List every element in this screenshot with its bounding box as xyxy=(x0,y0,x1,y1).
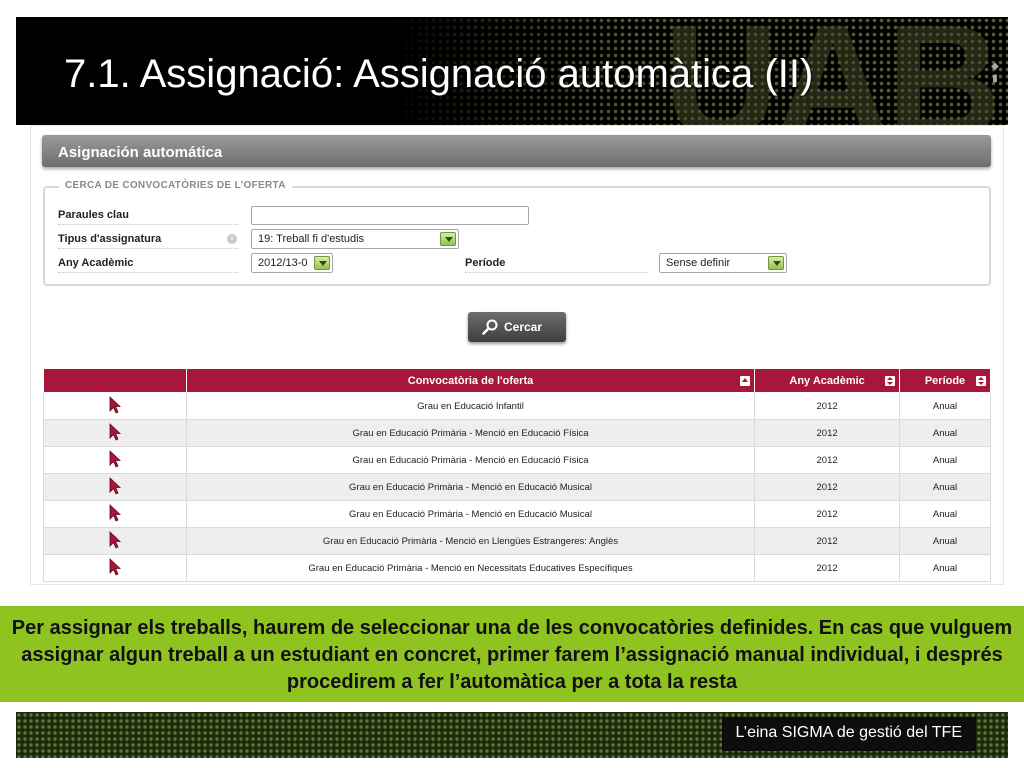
table-row[interactable]: Grau en Educació Primària - Menció en Ed… xyxy=(43,446,991,474)
row-period: Anual xyxy=(899,500,991,528)
row-year: 2012 xyxy=(754,527,901,555)
cursor-arrow-icon[interactable] xyxy=(108,449,122,468)
slide-header-banner: UAB 7.1. Assignació: Assignació automàti… xyxy=(16,17,1008,125)
row-select-cell[interactable] xyxy=(43,419,187,447)
header-periode[interactable]: Període xyxy=(899,368,991,393)
table-row[interactable]: Grau en Educació Primària - Menció en Ll… xyxy=(43,527,991,555)
row-convocatoria: Grau en Educació Primària - Menció en Ed… xyxy=(185,419,756,447)
search-legend: CERCA DE CONVOCATÒRIES DE L'OFERTA xyxy=(59,180,292,191)
cursor-arrow-icon[interactable] xyxy=(108,530,122,549)
cursor-arrow-icon[interactable] xyxy=(108,395,122,414)
chevron-down-icon xyxy=(314,256,330,270)
header-any-academic[interactable]: Any Acadèmic xyxy=(754,368,901,393)
search-fieldset: CERCA DE CONVOCATÒRIES DE L'OFERTA Parau… xyxy=(43,180,991,286)
chevron-down-icon xyxy=(768,256,784,270)
row-period: Anual xyxy=(899,446,991,474)
row-convocatoria: Grau en Educació Primària - Menció en Ed… xyxy=(185,500,756,528)
keywords-label: Paraules clau xyxy=(58,209,238,225)
results-table: Convocatòria de l'oferta Any Acadèmic Pe… xyxy=(43,368,991,582)
header-convocatoria[interactable]: Convocatòria de l'oferta xyxy=(185,368,756,393)
period-value: Sense definir xyxy=(666,257,731,269)
uab-logo-icon: ◆ ▮ xyxy=(991,61,999,84)
year-select[interactable]: 2012/13-0 xyxy=(251,253,333,273)
row-select-cell[interactable] xyxy=(43,554,187,582)
table-header-row: Convocatòria de l'oferta Any Acadèmic Pe… xyxy=(43,368,991,393)
app-panel-header: Asignación automática xyxy=(42,135,991,167)
sort-icon[interactable] xyxy=(740,376,751,386)
row-select-cell[interactable] xyxy=(43,473,187,501)
row-period: Anual xyxy=(899,527,991,555)
period-label: Període xyxy=(465,257,647,273)
year-value: 2012/13-0 xyxy=(258,257,308,269)
row-convocatoria: Grau en Educació Primària - Menció en Ed… xyxy=(185,446,756,474)
sort-icon[interactable] xyxy=(976,376,986,386)
cursor-arrow-icon[interactable] xyxy=(108,476,122,495)
row-period: Anual xyxy=(899,392,991,420)
subject-type-select[interactable]: 19: Treball fi d'estudis xyxy=(251,229,459,249)
header-any-academic-label: Any Acadèmic xyxy=(789,374,865,387)
row-convocatoria: Grau en Educació Primària - Menció en Ll… xyxy=(185,527,756,555)
cursor-arrow-icon[interactable] xyxy=(108,557,122,576)
footer-tag: L’eina SIGMA de gestió del TFE xyxy=(721,717,976,751)
subject-type-label: Tipus d'assignatura xyxy=(58,233,238,249)
row-select-cell[interactable] xyxy=(43,446,187,474)
row-year: 2012 xyxy=(754,392,901,420)
sort-icon[interactable] xyxy=(885,376,896,386)
period-select[interactable]: Sense definir xyxy=(659,253,787,273)
row-year: 2012 xyxy=(754,554,901,582)
table-row[interactable]: Grau en Educació Infantil 2012 Anual xyxy=(43,392,991,420)
table-row[interactable]: Grau en Educació Primària - Menció en Ed… xyxy=(43,500,991,528)
app-panel: Asignación automática CERCA DE CONVOCATÒ… xyxy=(30,125,1004,585)
magnifier-icon xyxy=(482,319,498,335)
slide-title: 7.1. Assignació: Assignació automàtica (… xyxy=(64,52,814,96)
search-button[interactable]: Cercar xyxy=(468,312,566,342)
row-select-cell[interactable] xyxy=(43,392,187,420)
year-label: Any Acadèmic xyxy=(58,257,238,273)
row-select-cell[interactable] xyxy=(43,527,187,555)
clear-icon[interactable]: × xyxy=(227,234,237,244)
row-year: 2012 xyxy=(754,419,901,447)
search-button-label: Cercar xyxy=(504,320,543,334)
row-convocatoria: Grau en Educació Infantil xyxy=(185,392,756,420)
slide-footer: L’eina SIGMA de gestió del TFE xyxy=(16,712,1008,758)
keywords-input[interactable] xyxy=(251,206,529,225)
row-convocatoria: Grau en Educació Primària - Menció en Ed… xyxy=(185,473,756,501)
row-year: 2012 xyxy=(754,473,901,501)
header-convocatoria-label: Convocatòria de l'oferta xyxy=(407,374,534,387)
row-convocatoria: Grau en Educació Primària - Menció en Ne… xyxy=(185,554,756,582)
row-period: Anual xyxy=(899,473,991,501)
row-period: Anual xyxy=(899,554,991,582)
info-text-band: Per assignar els treballs, haurem de sel… xyxy=(0,606,1024,702)
row-period: Anual xyxy=(899,419,991,447)
chevron-down-icon xyxy=(440,232,456,246)
row-year: 2012 xyxy=(754,500,901,528)
row-select-cell[interactable] xyxy=(43,500,187,528)
table-row[interactable]: Grau en Educació Primària - Menció en Ed… xyxy=(43,419,991,447)
header-periode-label: Període xyxy=(924,374,966,387)
cursor-arrow-icon[interactable] xyxy=(108,503,122,522)
header-select xyxy=(43,368,187,393)
subject-type-value: 19: Treball fi d'estudis xyxy=(258,233,365,245)
table-row[interactable]: Grau en Educació Primària - Menció en Ne… xyxy=(43,554,991,582)
table-row[interactable]: Grau en Educació Primària - Menció en Ed… xyxy=(43,473,991,501)
cursor-arrow-icon[interactable] xyxy=(108,422,122,441)
row-year: 2012 xyxy=(754,446,901,474)
